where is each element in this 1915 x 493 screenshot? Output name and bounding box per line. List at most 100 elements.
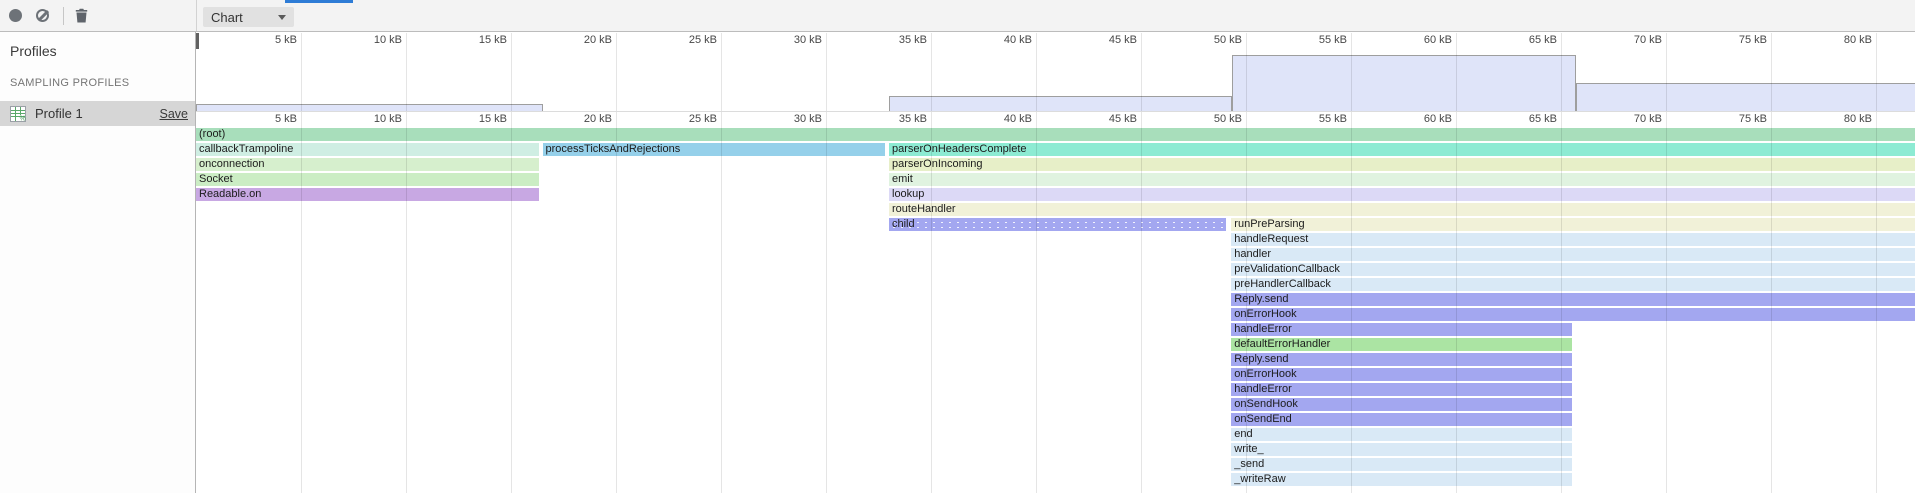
flame-bar-socket[interactable]: Socket	[196, 173, 539, 186]
flame-bar-label: _writeRaw	[1231, 473, 1572, 486]
gridline	[406, 112, 407, 493]
flame-bar-label: parserOnHeadersComplete	[889, 143, 1915, 156]
gridline	[1246, 112, 1247, 493]
flame-bar-label: onErrorHook	[1231, 308, 1915, 321]
flame-bar-callbacktrampoline[interactable]: callbackTrampoline	[196, 143, 539, 156]
ruler-tick-label: 20 kB	[532, 113, 612, 126]
flame-bar-root[interactable]: (root)	[196, 128, 1915, 141]
gridline	[1141, 33, 1142, 111]
flame-bar-handler[interactable]: handler	[1231, 248, 1915, 261]
flame-bar-onerrorhook[interactable]: onErrorHook	[1231, 368, 1572, 381]
flame-bar-handleerror[interactable]: handleError	[1231, 383, 1572, 396]
overview-step	[196, 104, 543, 111]
gridline	[1561, 112, 1562, 493]
flame-bar-label: onSendHook	[1231, 398, 1572, 411]
flame-bar-label: preValidationCallback	[1231, 263, 1915, 276]
overview-step	[1232, 55, 1575, 111]
flame-bar-runpreparsing[interactable]: runPreParsing	[1231, 218, 1915, 231]
flame-bar-prevalidationcallback[interactable]: preValidationCallback	[1231, 263, 1915, 276]
flame-bar-onsendend[interactable]: onSendEnd	[1231, 413, 1572, 426]
trash-icon[interactable]	[75, 8, 88, 23]
flame-bar-writeraw[interactable]: _writeRaw	[1231, 473, 1572, 486]
ruler-tick-label: 50 kB	[1162, 113, 1242, 126]
flame-bar-onsendhook[interactable]: onSendHook	[1231, 398, 1572, 411]
flame-bar-label: callbackTrampoline	[196, 143, 539, 156]
overview-graph[interactable]	[196, 32, 1915, 112]
profiler-app: Chart Profiles SAMPLING PROFILES % Profi…	[0, 0, 1915, 493]
flame-bar-defaulterrorhandler[interactable]: defaultErrorHandler	[1231, 338, 1572, 351]
flame-bar-lookup[interactable]: lookup	[889, 188, 1915, 201]
flame-bar-label: (root)	[196, 128, 1915, 141]
flame-bar-prehandlercallback[interactable]: preHandlerCallback	[1231, 278, 1915, 291]
flame-bar-send[interactable]: _send	[1231, 458, 1572, 471]
sidebar: Profiles SAMPLING PROFILES % Profile 1 S…	[0, 32, 196, 493]
gridline	[511, 33, 512, 111]
ruler-tick-label: 35 kB	[847, 113, 927, 126]
flame-bar-onerrorhook[interactable]: onErrorHook	[1231, 308, 1915, 321]
sidebar-item-profile-1[interactable]: % Profile 1 Save	[0, 101, 195, 126]
svg-text:%: %	[20, 115, 26, 122]
ruler-tick-label: 80 kB	[1792, 113, 1872, 126]
flame-bar-parseronheaderscomplete[interactable]: parserOnHeadersComplete	[889, 143, 1915, 156]
gridline	[1351, 33, 1352, 111]
flame-bar-label: lookup	[889, 188, 1915, 201]
gridline	[1351, 112, 1352, 493]
flame-bar-label: onErrorHook	[1231, 368, 1572, 381]
active-tab-indicator	[285, 0, 353, 3]
flame-bar-label: emit	[889, 173, 1915, 186]
flame-bar-onconnection[interactable]: onconnection	[196, 158, 539, 171]
gridline	[721, 33, 722, 111]
flame-bar-label: child	[889, 218, 1226, 231]
flame-bar-handleerror[interactable]: handleError	[1231, 323, 1572, 336]
flame-bar-reply-send[interactable]: Reply.send	[1231, 293, 1915, 306]
gridline	[1246, 33, 1247, 111]
sampling-profiles-section-label: SAMPLING PROFILES	[0, 68, 195, 96]
gridline	[931, 112, 932, 493]
flame-bar-label: end	[1231, 428, 1572, 441]
gridline	[1036, 33, 1037, 111]
ruler-tick-label: 55 kB	[1267, 113, 1347, 126]
gridline	[826, 33, 827, 111]
gridline	[826, 112, 827, 493]
flame-bar-end[interactable]: end	[1231, 428, 1572, 441]
flame-bar-reply-send[interactable]: Reply.send	[1231, 353, 1572, 366]
profile-document-icon: %	[9, 105, 27, 123]
overview-ruler-separator	[196, 111, 1915, 112]
toolbar-separator	[63, 7, 64, 25]
toolbar: Chart	[0, 0, 1915, 32]
flame-bar-handlerequest[interactable]: handleRequest	[1231, 233, 1915, 246]
save-profile-link[interactable]: Save	[160, 107, 189, 121]
ruler-tick-label: 45 kB	[1057, 113, 1137, 126]
flame-bar-processticksandrejections[interactable]: processTicksAndRejections	[543, 143, 886, 156]
overview-range-handle[interactable]	[196, 33, 199, 49]
ruler-tick-label: 25 kB	[637, 113, 717, 126]
gridline	[1561, 33, 1562, 111]
flame-bar-label: preHandlerCallback	[1231, 278, 1915, 291]
chart-view-dropdown[interactable]: Chart	[203, 7, 294, 27]
flame-bar-write[interactable]: write_	[1231, 443, 1572, 456]
chevron-down-icon	[278, 15, 286, 20]
overview-step	[889, 96, 1232, 111]
flame-bar-label: _send	[1231, 458, 1572, 471]
flame-bar-parseronincoming[interactable]: parserOnIncoming	[889, 158, 1915, 171]
flame-chart-panel[interactable]: (root) callbackTrampoline processTicksAndR…	[196, 32, 1915, 493]
flame-bar-label: handleRequest	[1231, 233, 1915, 246]
profiles-title: Profiles	[0, 32, 195, 68]
gridline	[1876, 33, 1877, 111]
flame-bar-emit[interactable]: emit	[889, 173, 1915, 186]
clear-icon[interactable]	[36, 9, 49, 22]
flame-bar-child[interactable]: child	[889, 218, 1226, 231]
flame-bar-label: Reply.send	[1231, 293, 1915, 306]
flame-bar-label: Socket	[196, 173, 539, 186]
gridline	[301, 112, 302, 493]
flame-bar-readable-on[interactable]: Readable.on	[196, 188, 539, 201]
gridline	[721, 112, 722, 493]
gridline	[511, 112, 512, 493]
overview-step	[1576, 83, 1915, 111]
record-icon[interactable]	[9, 9, 22, 22]
flame-bar-label: handler	[1231, 248, 1915, 261]
flame-bar-routehandler[interactable]: routeHandler	[889, 203, 1915, 216]
chart-view-dropdown-label: Chart	[211, 10, 243, 25]
gridline	[1666, 112, 1667, 493]
gridline	[931, 33, 932, 111]
